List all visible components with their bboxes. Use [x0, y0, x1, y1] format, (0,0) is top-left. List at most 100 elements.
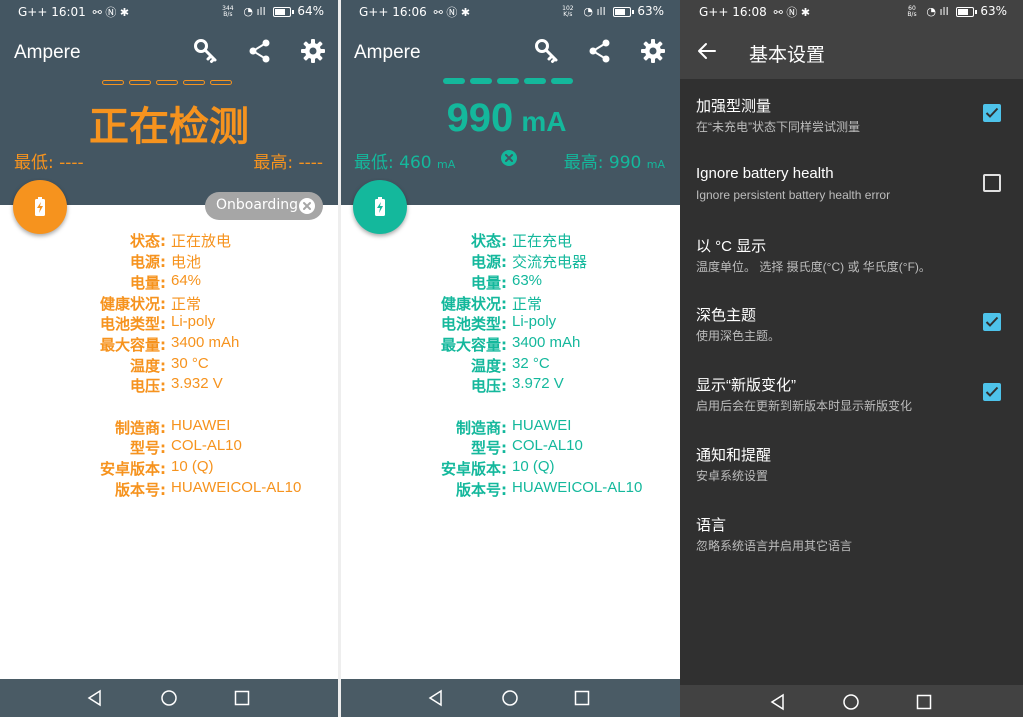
status-bar: G++ 16:06 ⚯ Ⓝ ✱ 102 K/s ◔ ıll 63%: [341, 0, 680, 24]
network-speed: 344 B/s: [222, 4, 234, 18]
notification-icons: ⚯ Ⓝ ✱: [92, 6, 130, 19]
setting-title: 显示“新版变化”: [696, 377, 796, 394]
network-speed: 102 K/s: [562, 4, 574, 18]
setting-subtitle: 启用后会在更新到新版本时显示新版变化: [696, 399, 913, 413]
ampere-screen-detecting: G++ 16:01 ⚯ Ⓝ ✱ 344 B/s ◔ ıll 64% Ampere …: [0, 0, 338, 717]
nav-bar: [341, 679, 680, 717]
notification-icons: ⚯ Ⓝ ✱: [773, 6, 811, 19]
home-circle-icon[interactable]: [842, 693, 860, 711]
battery-icon: [612, 6, 634, 17]
info-row-capacity: 最大容量: 3400 mAh: [100, 334, 240, 354]
info-row-build-number: 版本号: HUAWEICOL-AL10: [115, 479, 302, 499]
onboarding-chip[interactable]: Onboarding: [205, 192, 323, 220]
check-icon: [985, 386, 999, 397]
info-row-android-version: 安卓版本: 10 (Q): [441, 458, 555, 478]
battery-fab[interactable]: [13, 180, 67, 234]
key-icon[interactable]: [534, 38, 560, 64]
back-arrow-icon[interactable]: [696, 40, 718, 62]
ignore-battery-health-checkbox[interactable]: [983, 174, 1001, 192]
settings-toolbar: 基本设置: [680, 24, 1023, 79]
setting-ignore-battery-health[interactable]: Ignore battery health Ignore persistent …: [680, 165, 1023, 225]
app-title: Ampere: [14, 42, 81, 63]
info-row-voltage: 电压: 3.932 V: [130, 375, 223, 395]
setting-title: 语言: [696, 517, 727, 534]
recents-square-icon[interactable]: [915, 693, 933, 711]
share-icon[interactable]: [587, 38, 613, 64]
dark-theme-checkbox[interactable]: [983, 313, 1001, 331]
setting-temperature-unit[interactable]: 以 °C 显示 温度单位。 选择 摄氏度(°C) 或 华氏度(°F)。: [680, 235, 1023, 295]
info-row-power-source: 电源: 交流充电器: [471, 253, 588, 271]
home-circle-icon[interactable]: [160, 689, 178, 707]
indicator-dash: [156, 80, 178, 85]
setting-dark-theme[interactable]: 深色主题 使用深色主题。: [680, 304, 1023, 364]
max-reading: 最高: ----: [253, 153, 323, 173]
home-circle-icon[interactable]: [501, 689, 519, 707]
nav-bar: [680, 685, 1023, 717]
setting-title: 通知和提醒: [696, 447, 772, 464]
setting-notifications[interactable]: 通知和提醒 安卓系统设置: [680, 444, 1023, 504]
back-triangle-icon[interactable]: [427, 689, 445, 707]
min-reading: 最低: 460 mA: [354, 153, 456, 173]
current-reading: 正在检测: [89, 105, 249, 149]
network-speed: 60 B/s: [907, 4, 917, 18]
battery-charging-icon: [35, 197, 45, 216]
setting-title: 深色主题: [696, 307, 757, 324]
info-row-power-source: 电源: 电池: [130, 253, 202, 271]
info-row-temperature: 温度: 30 °C: [130, 355, 209, 375]
recents-square-icon[interactable]: [233, 689, 251, 707]
info-row-voltage: 电压: 3.972 V: [471, 375, 564, 395]
max-reading: 最高: 990 mA: [563, 153, 665, 173]
wifi-signal-icon: ◔ ıll: [243, 5, 266, 18]
info-row-battery-type: 电池类型: Li-poly: [100, 313, 216, 333]
setting-subtitle: 安卓系统设置: [696, 469, 769, 483]
setting-enhanced-measurement[interactable]: 加强型测量 在“未充电”状态下同样尝试测量: [680, 95, 1023, 155]
info-row-level: 电量: 63%: [471, 272, 543, 292]
show-changelog-checkbox[interactable]: [983, 383, 1001, 401]
wifi-signal-icon: ◔ ıll: [926, 5, 949, 18]
setting-show-changelog[interactable]: 显示“新版变化” 启用后会在更新到新版本时显示新版变化: [680, 374, 1023, 434]
info-row-battery-type: 电池类型: Li-poly: [441, 313, 557, 333]
info-row-model: 型号: COL-AL10: [130, 437, 242, 457]
info-row-status: 状态: 正在放电: [130, 232, 232, 250]
info-row-temperature: 温度: 32 °C: [471, 355, 550, 375]
status-time: G++ 16:06: [359, 5, 427, 19]
battery-icon: [272, 6, 294, 17]
indicator-dash: [497, 78, 519, 84]
settings-title: 基本设置: [749, 44, 826, 66]
status-bar: G++ 16:08 ⚯ Ⓝ ✱ 60 B/s ◔ ıll 63%: [680, 0, 1023, 24]
setting-subtitle: 使用深色主题。: [696, 329, 781, 343]
min-reading: 最低: ----: [14, 153, 84, 173]
back-triangle-icon[interactable]: [769, 693, 787, 711]
battery-charging-icon: [375, 197, 385, 216]
setting-title: Ignore battery health: [696, 165, 834, 182]
status-bar: G++ 16:01 ⚯ Ⓝ ✱ 344 B/s ◔ ıll 64%: [0, 0, 338, 24]
info-row-manufacturer: 制造商: HUAWEI: [456, 417, 572, 437]
gear-icon[interactable]: [300, 38, 326, 64]
nav-bar: [0, 679, 338, 717]
app-title: Ampere: [354, 42, 421, 63]
back-triangle-icon[interactable]: [86, 689, 104, 707]
setting-language[interactable]: 语言 忽略系统语言并启用其它语言: [680, 514, 1023, 574]
battery-fab[interactable]: [353, 180, 407, 234]
setting-subtitle: Ignore persistent battery health error: [696, 188, 891, 202]
key-icon[interactable]: [193, 38, 219, 64]
share-icon[interactable]: [247, 38, 273, 64]
close-icon[interactable]: [299, 198, 315, 214]
notification-icons: ⚯ Ⓝ ✱: [433, 6, 471, 19]
enhanced-measurement-checkbox[interactable]: [983, 104, 1001, 122]
info-row-android-version: 安卓版本: 10 (Q): [100, 458, 214, 478]
setting-subtitle: 温度单位。 选择 摄氏度(°C) 或 华氏度(°F)。: [696, 260, 931, 274]
gear-icon[interactable]: [640, 38, 666, 64]
indicator-dash: [551, 78, 573, 84]
check-icon: [985, 107, 999, 118]
indicator-dash: [470, 78, 492, 84]
onboarding-label: Onboarding: [216, 197, 298, 213]
reset-icon[interactable]: [501, 150, 517, 166]
battery-icon: [955, 6, 977, 17]
info-row-health: 健康状况: 正常: [441, 295, 543, 313]
recents-square-icon[interactable]: [573, 689, 591, 707]
ampere-screen-charging: G++ 16:06 ⚯ Ⓝ ✱ 102 K/s ◔ ıll 63% Ampere …: [341, 0, 680, 717]
indicator-dash: [443, 78, 465, 84]
indicator-dash: [524, 78, 546, 84]
battery-percent: 63%: [637, 4, 664, 18]
